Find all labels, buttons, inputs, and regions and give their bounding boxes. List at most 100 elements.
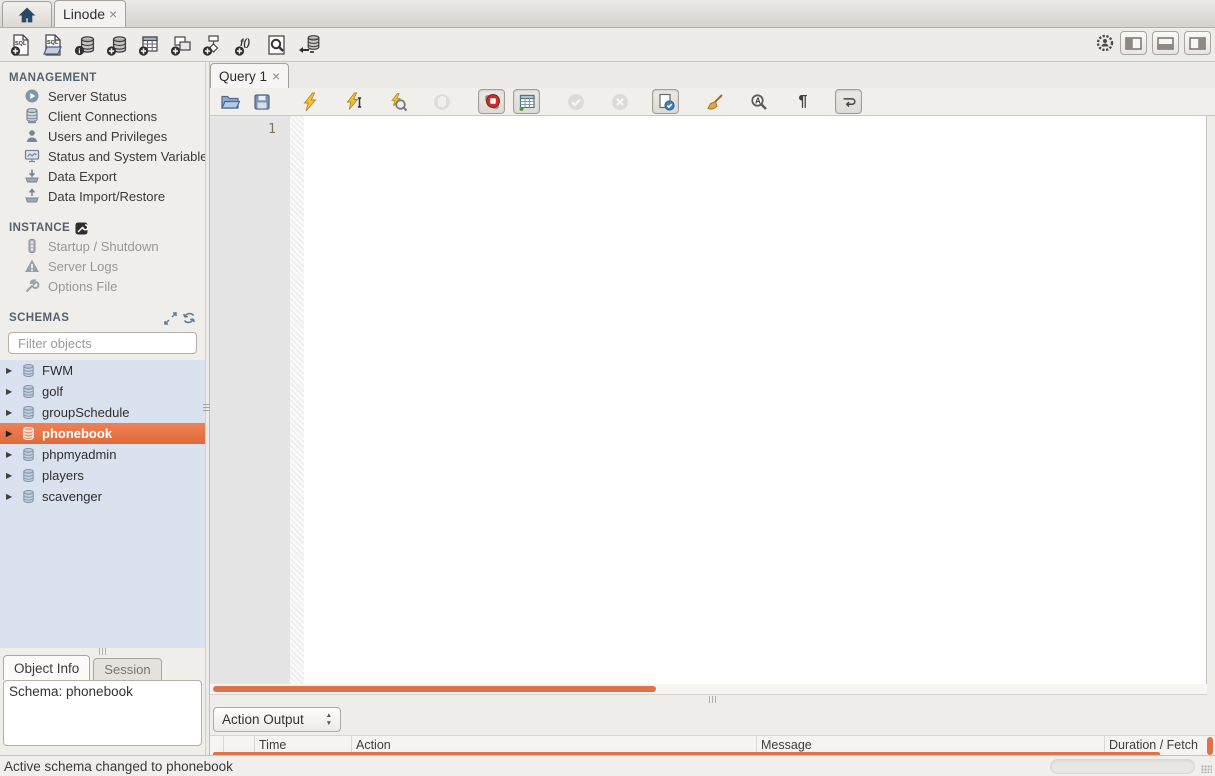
tab-session[interactable]: Session [93, 658, 161, 680]
preferences-gear-icon[interactable] [1095, 33, 1115, 53]
tab-query-1[interactable]: Query 1 × [210, 63, 289, 88]
close-tab-icon[interactable]: × [109, 7, 117, 21]
data-import-icon [24, 188, 40, 204]
schema-row-phonebook[interactable]: ▶ phonebook [0, 423, 205, 444]
svg-text:A: A [755, 96, 761, 105]
sidebar-item-label: Server Logs [48, 259, 118, 274]
reconnect-dbms-icon [297, 33, 321, 57]
schema-name: FWM [42, 363, 73, 378]
expander-icon[interactable]: ▶ [6, 429, 15, 438]
expander-icon[interactable]: ▶ [6, 492, 15, 501]
sidebar-item-label: Client Connections [48, 109, 157, 124]
rollback-button[interactable] [608, 90, 632, 114]
sidebar-item-client-connections[interactable]: Client Connections [0, 106, 205, 126]
find-icon: A [749, 92, 769, 112]
expand-schemas-icon[interactable] [164, 312, 177, 325]
schema-row-groupschedule[interactable]: ▶ groupSchedule [0, 402, 205, 423]
sql-editor[interactable]: 1 [210, 116, 1207, 684]
svg-text:SQL: SQL [15, 41, 27, 47]
connection-tab-linode[interactable]: Linode × [54, 0, 126, 27]
toggle-output-panel-button[interactable] [1152, 31, 1179, 55]
beautify-button[interactable] [703, 90, 727, 114]
toggle-stop-on-error-button[interactable] [478, 89, 505, 114]
create-view-button[interactable] [165, 30, 197, 60]
create-function-icon: f() [233, 33, 257, 57]
find-button[interactable]: A [747, 90, 771, 114]
refresh-schemas-icon[interactable] [182, 311, 196, 325]
show-invisibles-button[interactable]: ¶ [791, 90, 815, 114]
sidebar-item-data-export[interactable]: Data Export [0, 166, 205, 186]
output-panel-splitter[interactable] [210, 695, 1215, 704]
resize-grip-icon[interactable] [1201, 765, 1212, 773]
open-sql-script-icon: SQL [41, 33, 65, 57]
sidebar-item-users-privileges[interactable]: Users and Privileges [0, 126, 205, 146]
home-icon [16, 4, 38, 26]
expander-icon[interactable]: ▶ [6, 408, 15, 417]
create-table-button[interactable] [133, 30, 165, 60]
create-function-button[interactable]: f() [229, 30, 261, 60]
left-panel-icon [1125, 37, 1142, 50]
status-bar: Active schema changed to phonebook [0, 755, 1215, 776]
schema-icon [21, 384, 36, 399]
toggle-right-sidebar-button[interactable] [1184, 31, 1211, 55]
main-toolbar: SQL SQL i [0, 28, 1215, 62]
right-panel-icon [1189, 37, 1206, 50]
new-query-tab-button[interactable]: SQL [5, 30, 37, 60]
editor-hscrollbar[interactable] [210, 684, 1207, 695]
sidebar-item-server-status[interactable]: Server Status [0, 86, 205, 106]
limit-rows-button[interactable] [513, 89, 540, 114]
execute-current-button[interactable] [342, 90, 366, 114]
schema-filter-input[interactable] [18, 336, 194, 351]
schema-name: phonebook [42, 426, 112, 441]
expander-icon[interactable]: ▶ [6, 471, 15, 480]
line-number-gutter: 1 [210, 116, 290, 684]
reconnect-dbms-button[interactable] [293, 30, 325, 60]
schema-row-scavenger[interactable]: ▶ scavenger [0, 486, 205, 507]
editor-hscrollbar-thumb[interactable] [213, 686, 656, 692]
commit-button[interactable] [564, 90, 588, 114]
expander-icon[interactable]: ▶ [6, 387, 15, 396]
create-schema-button[interactable] [101, 30, 133, 60]
sidebar-item-data-import[interactable]: Data Import/Restore [0, 186, 205, 206]
autocommit-icon [656, 92, 676, 112]
save-button[interactable] [250, 90, 274, 114]
schema-row-players[interactable]: ▶ players [0, 465, 205, 486]
expander-icon[interactable]: ▶ [6, 366, 15, 375]
close-query-tab-icon[interactable]: × [272, 69, 280, 83]
schemas-title-label: SCHEMAS [9, 312, 69, 324]
expander-icon[interactable]: ▶ [6, 450, 15, 459]
code-area[interactable] [304, 116, 1206, 684]
open-sql-script-button[interactable]: SQL [37, 30, 69, 60]
open-file-button[interactable] [218, 90, 242, 114]
stop-button[interactable] [430, 90, 454, 114]
sidebar-item-startup-shutdown[interactable]: Startup / Shutdown [0, 236, 205, 256]
create-procedure-button[interactable] [197, 30, 229, 60]
schema-inspector-button[interactable]: i [69, 30, 101, 60]
explain-button[interactable] [386, 90, 410, 114]
schema-icon [21, 363, 36, 378]
schema-tree: ▶ FWM ▶ golf ▶ groupSchedule ▶ phonebook… [0, 360, 205, 648]
sidebar-item-status-variables[interactable]: Status and System Variables [0, 146, 205, 166]
save-icon [252, 92, 272, 112]
schema-row-golf[interactable]: ▶ golf [0, 381, 205, 402]
execute-button[interactable] [298, 90, 322, 114]
search-table-data-button[interactable] [261, 30, 293, 60]
output-type-select[interactable]: Action Output ▲▼ [213, 707, 341, 732]
schema-row-phpmyadmin[interactable]: ▶ phpmyadmin [0, 444, 205, 465]
home-tab[interactable] [2, 1, 52, 27]
sidebar-item-options-file[interactable]: Options File [0, 276, 205, 296]
sidebar-item-server-logs[interactable]: Server Logs [0, 256, 205, 276]
toggle-autocommit-button[interactable] [652, 89, 679, 114]
schema-row-fwm[interactable]: ▶ FWM [0, 360, 205, 381]
tab-label: Object Info [14, 661, 79, 676]
instance-section-title: INSTANCE [0, 220, 205, 236]
options-file-icon [24, 278, 40, 294]
tab-object-info[interactable]: Object Info [3, 655, 90, 680]
sidebar-item-label: Data Import/Restore [48, 189, 165, 204]
schema-name: phpmyadmin [42, 447, 116, 462]
admin-wrench-badge-icon [75, 222, 88, 235]
toggle-left-sidebar-button[interactable] [1120, 31, 1147, 55]
toggle-wrap-button[interactable] [835, 89, 862, 114]
info-tab-bar: Object Info Session [0, 654, 205, 680]
output-vscrollbar-thumb[interactable] [1207, 737, 1213, 755]
